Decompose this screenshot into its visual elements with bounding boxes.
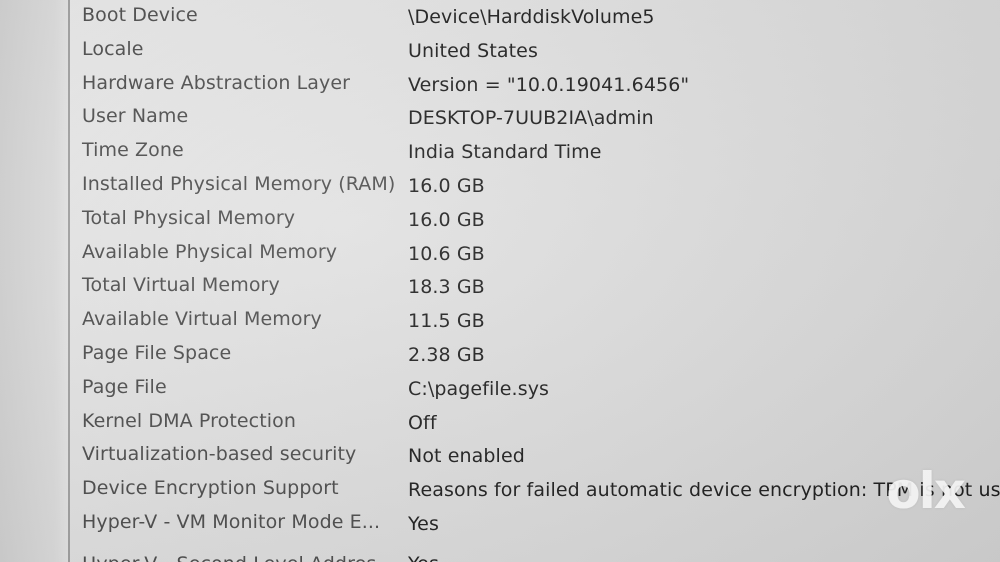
item-cell: User Name: [82, 105, 189, 128]
table-row[interactable]: Page File C:\pagefile.sys: [82, 374, 1000, 408]
item-cell: Virtualization-based security: [82, 443, 357, 466]
value-cell: C:\pagefile.sys: [408, 377, 550, 400]
item-cell: Time Zone: [82, 139, 184, 162]
value-cell: \Device\HarddiskVolume5: [408, 6, 655, 28]
table-row[interactable]: Time Zone India Standard Time: [82, 137, 1000, 171]
item-cell: Total Virtual Memory: [82, 274, 280, 297]
table-row[interactable]: Total Physical Memory 16.0 GB: [82, 205, 1000, 239]
value-cell: 18.3 GB: [408, 276, 485, 299]
value-cell: Version = "10.0.19041.6456": [408, 73, 690, 96]
table-row[interactable]: Available Virtual Memory 11.5 GB: [82, 306, 1000, 340]
value-cell: 16.0 GB: [408, 208, 485, 231]
item-cell: Device Encryption Support: [82, 477, 339, 500]
table-row[interactable]: Hyper-V - VM Monitor Mode E... Yes: [82, 509, 1000, 543]
value-cell: 10.6 GB: [408, 242, 485, 265]
value-cell: 16.0 GB: [408, 174, 485, 197]
item-cell: Installed Physical Memory (RAM): [82, 172, 396, 195]
value-cell: Not enabled: [408, 445, 525, 468]
table-row[interactable]: Available Physical Memory 10.6 GB: [82, 239, 1000, 273]
value-cell: India Standard Time: [408, 141, 602, 164]
table-row[interactable]: Device Encryption Support Reasons for fa…: [82, 475, 1000, 509]
system-information-screen: Boot Device \Device\HarddiskVolume5 Loca…: [0, 0, 1000, 562]
value-cell: Yes: [408, 553, 439, 562]
item-cell: Page File Space: [82, 341, 232, 364]
value-cell: 11.5 GB: [408, 310, 485, 333]
table-row[interactable]: Hardware Abstraction Layer Version = "10…: [82, 70, 1000, 104]
navigation-pane-edge: [0, 0, 68, 562]
value-cell: DESKTOP-7UUB2IA\admin: [408, 107, 654, 130]
item-cell: Available Physical Memory: [82, 240, 338, 263]
item-cell: Boot Device: [82, 4, 198, 26]
value-cell: Yes: [408, 512, 439, 535]
pane-divider[interactable]: [68, 0, 70, 562]
item-cell: Locale: [82, 37, 144, 60]
table-row[interactable]: User Name DESKTOP-7UUB2IA\admin: [82, 103, 1000, 137]
item-cell: Hyper-V - VM Monitor Mode E...: [82, 510, 381, 533]
table-row[interactable]: Virtualization-based security Not enable…: [82, 441, 1000, 475]
table-row[interactable]: Boot Device \Device\HarddiskVolume5: [82, 2, 1000, 36]
item-cell: Available Virtual Memory: [82, 308, 322, 331]
table-row[interactable]: Installed Physical Memory (RAM) 16.0 GB: [82, 171, 1000, 205]
item-cell: Hardware Abstraction Layer: [82, 71, 351, 94]
table-row[interactable]: Locale United States: [82, 36, 1000, 70]
table-row[interactable]: Hyper-V - Second Level Addres... Yes: [82, 543, 1000, 562]
value-cell: United States: [408, 39, 538, 62]
value-cell: Off: [408, 411, 437, 434]
system-summary-table: Boot Device \Device\HarddiskVolume5 Loca…: [82, 2, 1000, 562]
olx-watermark-logo: olx: [886, 462, 966, 520]
table-row[interactable]: Total Virtual Memory 18.3 GB: [82, 272, 1000, 306]
item-cell: Page File: [82, 375, 167, 398]
value-cell: 2.38 GB: [408, 343, 485, 366]
item-cell: Hyper-V - Second Level Addres...: [82, 553, 395, 562]
item-cell: Kernel DMA Protection: [82, 409, 297, 432]
item-cell: Total Physical Memory: [82, 206, 296, 229]
table-row[interactable]: Kernel DMA Protection Off: [82, 408, 1000, 442]
table-row[interactable]: Page File Space 2.38 GB: [82, 340, 1000, 374]
